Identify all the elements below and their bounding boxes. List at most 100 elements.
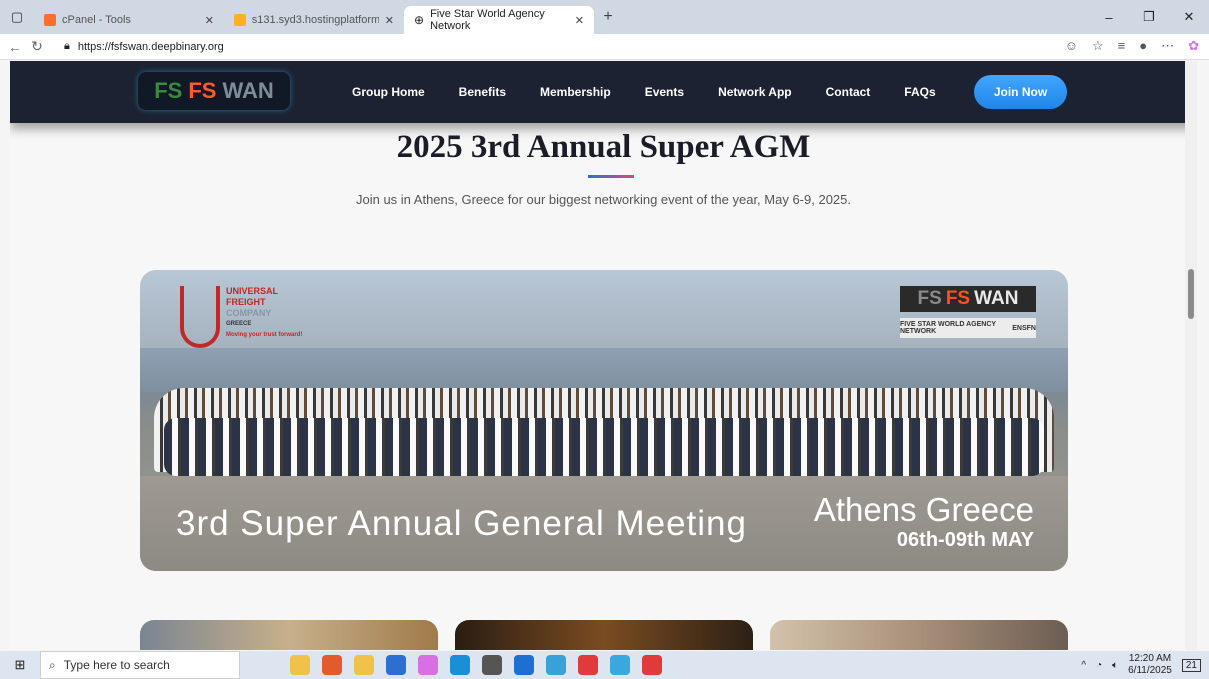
partner-logo-2: ENSFN [1012, 324, 1036, 332]
site-navbar: FS FS WAN Group Home Benefits Membership E… [10, 61, 1197, 123]
close-icon[interactable]: ✕ [205, 14, 214, 27]
profile-icon[interactable]: ● [1139, 38, 1147, 54]
volume-icon[interactable]: 🔈︎ [1112, 660, 1118, 671]
event-card-2[interactable] [455, 620, 753, 650]
more-icon[interactable]: ⋯ [1161, 38, 1174, 54]
menu-benefits[interactable]: Benefits [459, 85, 506, 99]
cpanel-icon [44, 14, 56, 26]
location-caption: Athens Greece 06th-09th MAY [813, 491, 1034, 555]
title-underline [588, 175, 634, 178]
url-text: https://fsfswan.deepbinary.org [77, 40, 224, 53]
logo-part-1: FS [154, 78, 183, 103]
analytics-icon-2[interactable] [642, 655, 662, 675]
tab-label: s131.syd3.hostingplatform.net.au [251, 14, 379, 26]
back-icon[interactable]: ← [4, 39, 26, 55]
network-icon[interactable]: ◔ [1096, 660, 1102, 671]
analytics-icon[interactable] [578, 655, 598, 675]
event-card-1[interactable] [140, 620, 438, 650]
url-field[interactable]: 🔒︎ https://fsfswan.deepbinary.org [54, 36, 1034, 58]
taskbar-apps [290, 655, 662, 675]
menu-events[interactable]: Events [645, 85, 684, 99]
site-logo[interactable]: FS FS WAN [138, 72, 290, 110]
chevron-up-icon[interactable]: ^ [1081, 660, 1086, 671]
site-menu: Group Home Benefits Membership Events Ne… [352, 61, 970, 123]
tab-hosting[interactable]: s131.syd3.hostingplatform.net.au ✕ [224, 6, 404, 34]
ufc-shield-icon [180, 286, 220, 348]
globe-icon: ⊕ [414, 13, 425, 27]
app-icon[interactable] [418, 655, 438, 675]
chrome-icon[interactable] [322, 655, 342, 675]
hosting-icon [234, 14, 246, 26]
collections-icon[interactable]: ≡ [1118, 38, 1126, 54]
file-explorer-icon[interactable] [354, 655, 374, 675]
tab-cpanel[interactable]: cPanel - Tools ✕ [34, 6, 224, 34]
page-scrollbar[interactable] [1185, 61, 1197, 650]
address-bar: ← ↻ 🔒︎ https://fsfswan.deepbinary.org ☺ … [0, 34, 1209, 60]
tab-fswan[interactable]: ⊕ Five Star World Agency Network ✕ [404, 6, 594, 34]
sea-backdrop [140, 348, 1068, 392]
page-subtitle: Join us in Athens, Greece for our bigges… [355, 192, 851, 207]
store-icon[interactable] [386, 655, 406, 675]
new-tab-button[interactable]: + [594, 8, 622, 26]
event-cards [140, 620, 1068, 650]
notifications-icon[interactable]: 21 [1181, 658, 1201, 672]
windows-start-icon[interactable]: ⊞ [0, 657, 40, 673]
taskbar-search[interactable]: ⌕ Type here to search [40, 651, 240, 679]
group-photo-people-front [164, 418, 1044, 476]
ufc-logo: UNIVERSAL FREIGHT COMPANY GREECE Moving … [180, 286, 302, 348]
document-icon[interactable] [514, 655, 534, 675]
ufc-tagline: Moving your trust forward! [226, 332, 303, 338]
close-window-icon[interactable]: ✕ [1169, 0, 1209, 34]
notification-app-icon[interactable] [610, 655, 630, 675]
sparkle-icon[interactable] [290, 655, 310, 675]
clock-time: 12:20 AM [1128, 653, 1172, 664]
windows-taskbar: ⊞ ⌕ Type here to search ^ ◔ 🔈︎ 12:20 AM … [0, 651, 1209, 679]
system-tray: ^ ◔ 🔈︎ 12:20 AM 6/11/2025 21 [1081, 651, 1201, 679]
ufc-line-3: COMPANY [226, 308, 272, 318]
outlook-icon[interactable] [546, 655, 566, 675]
partner-logos: FIVE STAR WORLD AGENCY NETWORK ENSFN [900, 318, 1036, 338]
search-placeholder: Type here to search [63, 658, 170, 672]
ufc-line-1: UNIVERSAL [226, 286, 279, 296]
favorite-icon[interactable]: ☆ [1092, 38, 1104, 54]
logo-part-3: WAN [222, 78, 274, 103]
badge-part-2: FS [945, 288, 971, 309]
page-title: 2025 3rd Annual Super AGM [396, 129, 811, 165]
ufc-line-2: FREIGHT [226, 297, 266, 307]
clock-app-icon[interactable] [482, 655, 502, 675]
join-now-button[interactable]: Join Now [974, 75, 1067, 109]
tab-label: cPanel - Tools [62, 14, 131, 26]
copilot-icon[interactable]: ✿ [1188, 38, 1199, 54]
close-icon[interactable]: ✕ [385, 14, 394, 27]
ufc-country: GREECE [226, 321, 252, 327]
partner-logo-1: FIVE STAR WORLD AGENCY NETWORK [900, 321, 996, 335]
sidebar-icon[interactable]: ▢ [0, 0, 34, 34]
restore-icon[interactable]: ❐ [1129, 0, 1169, 34]
tab-label: Five Star World Agency Network [430, 8, 545, 32]
menu-group-home[interactable]: Group Home [352, 85, 425, 99]
close-icon[interactable]: ✕ [575, 14, 584, 27]
ufc-logo-text: UNIVERSAL FREIGHT COMPANY GREECE Moving … [226, 286, 302, 348]
agm-caption: 3rd Super Annual General Meeting [176, 504, 747, 543]
event-card-3[interactable] [770, 620, 1068, 650]
menu-network-app[interactable]: Network App [718, 85, 792, 99]
event-dates: 06th-09th MAY [896, 529, 1034, 551]
menu-contact[interactable]: Contact [826, 85, 871, 99]
location-text: Athens Greece [813, 491, 1034, 528]
badge-part-3: WAN [974, 288, 1019, 309]
scrollbar-thumb[interactable] [1188, 269, 1194, 319]
clock[interactable]: 12:20 AM 6/11/2025 [1128, 653, 1172, 677]
emoji-icon[interactable]: ☺ [1065, 38, 1078, 54]
edge-icon[interactable] [450, 655, 470, 675]
minimize-icon[interactable]: – [1089, 0, 1129, 34]
web-page: FS FS WAN Group Home Benefits Membership E… [10, 61, 1197, 650]
refresh-icon[interactable]: ↻ [26, 38, 48, 55]
hero-banner: UNIVERSAL FREIGHT COMPANY GREECE Moving … [140, 270, 1068, 571]
logo-part-2: FS [188, 78, 217, 103]
clock-date: 6/11/2025 [1128, 665, 1172, 676]
menu-faqs[interactable]: FAQs [904, 85, 935, 99]
window-controls: – ❐ ✕ [1089, 0, 1209, 34]
fswan-badge: FS FS WAN [900, 286, 1036, 312]
badge-part-1: FS [917, 288, 942, 309]
menu-membership[interactable]: Membership [540, 85, 611, 99]
